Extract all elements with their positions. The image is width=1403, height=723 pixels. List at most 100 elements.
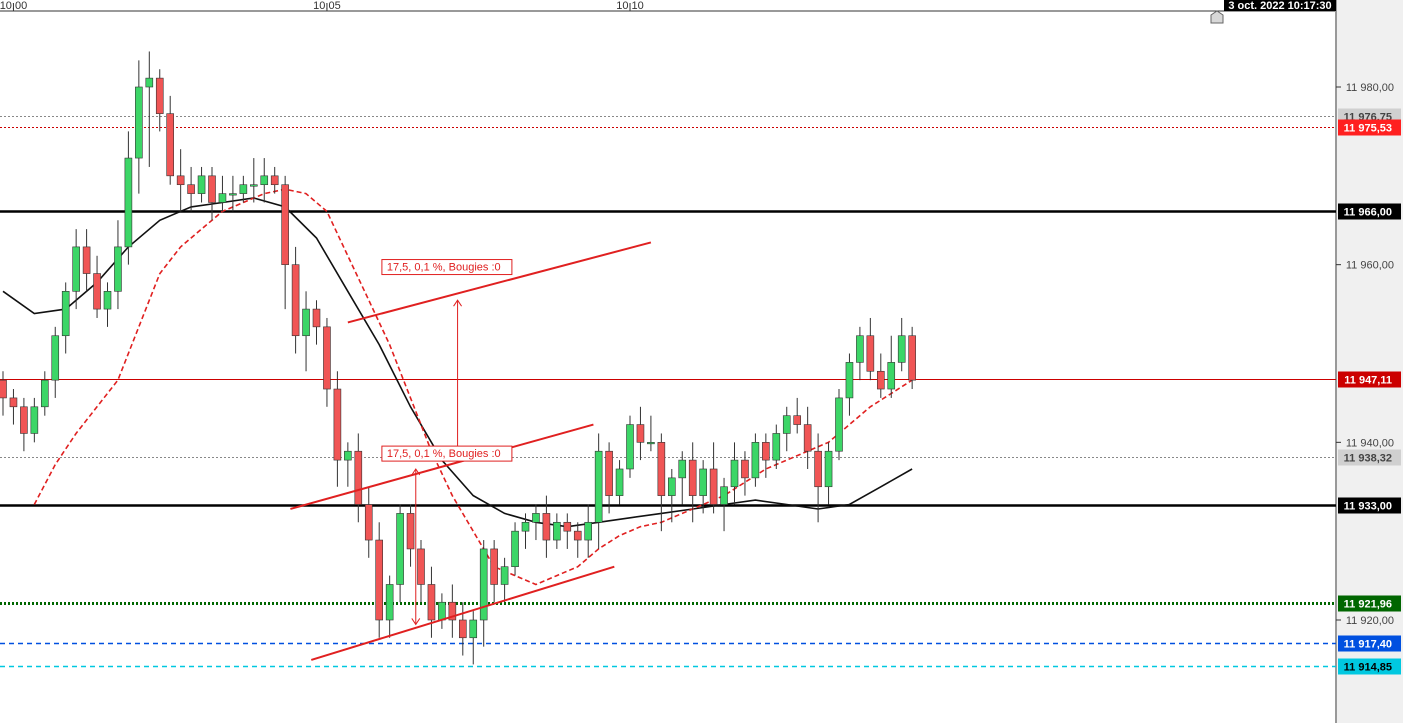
candle-up <box>553 521 561 541</box>
price-tag-label: 11 921,96 <box>1344 599 1392 611</box>
axes: 11 980,0011 960,0011 940,0011 920,0009:5… <box>0 0 1394 627</box>
candle-down <box>908 335 916 381</box>
x-tick-label: 10:10 <box>616 0 644 12</box>
y-tick-label: 11 940,00 <box>1346 437 1394 449</box>
candle-down <box>709 468 718 505</box>
annotation-label: 17,5, 0,1 %, Bougies :0 <box>387 262 501 274</box>
candle-down <box>176 175 185 186</box>
candle-down <box>291 264 300 337</box>
price-tag-label: 11 933,00 <box>1344 501 1392 513</box>
candle-down <box>270 175 279 186</box>
candle-up <box>772 433 781 461</box>
candle-down <box>208 175 216 203</box>
candle-up <box>835 397 843 452</box>
candle-up <box>720 486 728 505</box>
candle-up <box>532 513 540 523</box>
candle-up <box>438 601 446 621</box>
candle-down <box>417 548 425 585</box>
candle-down <box>406 513 415 550</box>
candle-up <box>260 175 269 186</box>
candle-down <box>281 184 289 265</box>
candle-down <box>93 273 101 310</box>
candle-down <box>364 504 373 541</box>
candle-down <box>741 459 749 479</box>
candle-up <box>40 379 49 408</box>
candle-down <box>323 326 331 390</box>
candle-up <box>584 521 593 541</box>
candle-up <box>511 530 519 568</box>
candle-up <box>61 291 70 337</box>
y-tick-label: 11 920,00 <box>1346 615 1394 627</box>
candle-down <box>187 184 195 194</box>
candle-down <box>688 459 697 496</box>
y-tick-label: 11 960,00 <box>1346 260 1394 272</box>
candle-up <box>103 291 112 310</box>
candle-down <box>166 113 174 177</box>
timestamp: 3 oct. 2022 10:17:30 <box>1228 0 1331 12</box>
candle-up <box>615 468 624 496</box>
x-tick-label: 10:05 <box>313 0 341 12</box>
price-tag-label: 11 938,32 <box>1344 453 1392 465</box>
bell-icon[interactable] <box>1210 10 1224 24</box>
candle-down <box>636 424 645 443</box>
candle-down <box>803 424 812 452</box>
candle-up <box>344 450 352 461</box>
candle-up <box>626 424 634 470</box>
candle-down <box>605 450 613 496</box>
candle-up <box>469 619 478 639</box>
candle-up <box>824 450 833 488</box>
time-axis[interactable] <box>0 0 1336 12</box>
candle-up <box>594 450 603 523</box>
candle-up <box>302 308 310 337</box>
candle-down <box>333 388 342 461</box>
candle-up <box>51 335 60 381</box>
candle-down <box>490 548 498 585</box>
candle-down <box>375 539 384 621</box>
candle-up <box>730 459 739 488</box>
price-tag-label: 11 917,40 <box>1344 639 1392 651</box>
candle-down <box>876 370 885 390</box>
ma-fast-line <box>33 188 913 586</box>
candle-up <box>647 442 655 445</box>
candle-up <box>396 513 404 585</box>
candle-up <box>500 566 509 585</box>
candle-up <box>856 335 864 363</box>
candlestick-chart[interactable]: 17,5, 0,1 %, Bougies :0 17,5, 0,1 %, Boug… <box>0 0 1403 723</box>
candle-down <box>793 415 802 425</box>
candle-up <box>145 77 154 88</box>
price-tag-label: 11 966,00 <box>1344 207 1392 219</box>
price-tag-label: 11 914,85 <box>1344 662 1392 674</box>
candle-down <box>542 513 551 541</box>
candle-up <box>218 193 227 203</box>
candle-up <box>667 477 676 496</box>
candle-up <box>239 184 248 194</box>
price-levels <box>0 116 1336 668</box>
candle-down <box>20 406 28 434</box>
candle-down <box>762 442 770 461</box>
candle-down <box>657 442 666 496</box>
price-tag-label: 11 947,11 <box>1344 375 1392 387</box>
candle-down <box>82 246 91 274</box>
candle-up <box>135 86 143 159</box>
candle-down <box>354 450 363 505</box>
candle-up <box>479 548 488 621</box>
candle-down <box>427 584 436 621</box>
candle-up <box>229 193 237 196</box>
candle-down <box>155 77 164 114</box>
candle-down <box>458 619 467 639</box>
candle-up <box>385 584 394 621</box>
price-tag-label: 11 975,53 <box>1344 123 1392 135</box>
candle-up <box>887 362 896 390</box>
candle-up <box>72 246 80 292</box>
x-tick-label: 10:00 <box>0 0 27 12</box>
candle-up <box>845 362 854 399</box>
trading-chart[interactable]: 17,5, 0,1 %, Bougies :0 17,5, 0,1 %, Boug… <box>0 0 1403 723</box>
candle-up <box>678 459 687 479</box>
candle-down <box>563 521 572 532</box>
candle-up <box>250 184 258 187</box>
candle-down <box>9 397 18 408</box>
candle-up <box>751 442 760 479</box>
candle-down <box>573 530 582 541</box>
y-tick-label: 11 980,00 <box>1346 82 1394 94</box>
annotation-label: 17,5, 0,1 %, Bougies :0 <box>387 448 501 460</box>
